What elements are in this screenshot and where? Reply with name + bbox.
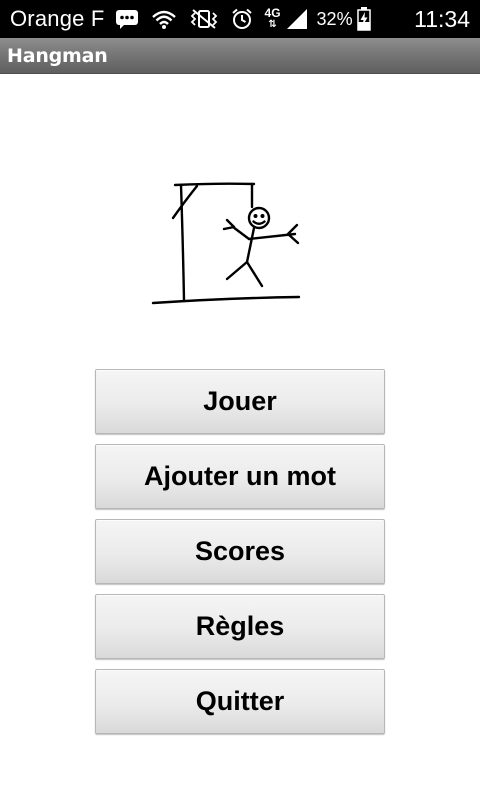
- gallows-base: [151, 295, 301, 305]
- wifi-icon: [151, 8, 177, 30]
- hangman-illustration: [151, 182, 301, 305]
- app-title-bar: Hangman: [0, 38, 480, 74]
- gallows-brace: [171, 184, 199, 220]
- notification-icons: 4G ⇅ 32%: [115, 7, 371, 31]
- signal-icon: [285, 8, 309, 30]
- battery-charging-icon: [356, 7, 371, 31]
- network-type: 4G: [264, 6, 281, 20]
- clock: 11:34: [414, 5, 470, 32]
- vibrate-icon: [189, 8, 219, 30]
- quit-button[interactable]: Quitter: [95, 669, 385, 734]
- status-bar: Orange F 4G ⇅ 32% 11:34: [0, 0, 480, 38]
- app-title: Hangman: [7, 44, 108, 67]
- main-menu: Jouer Ajouter un mot Scores Règles Quitt…: [95, 369, 385, 744]
- scores-button[interactable]: Scores: [95, 519, 385, 584]
- carrier-name: Orange F: [10, 6, 105, 31]
- add-word-button[interactable]: Ajouter un mot: [95, 444, 385, 509]
- bbm-chat-icon: [115, 9, 139, 29]
- gallows-beam: [173, 182, 256, 187]
- stick-figure: [222, 206, 300, 288]
- network-4g-icon: 4G ⇅: [264, 6, 281, 30]
- alarm-icon: [231, 8, 253, 30]
- rules-button[interactable]: Règles: [95, 594, 385, 659]
- battery-percent: 32%: [316, 8, 353, 29]
- play-button[interactable]: Jouer: [95, 369, 385, 434]
